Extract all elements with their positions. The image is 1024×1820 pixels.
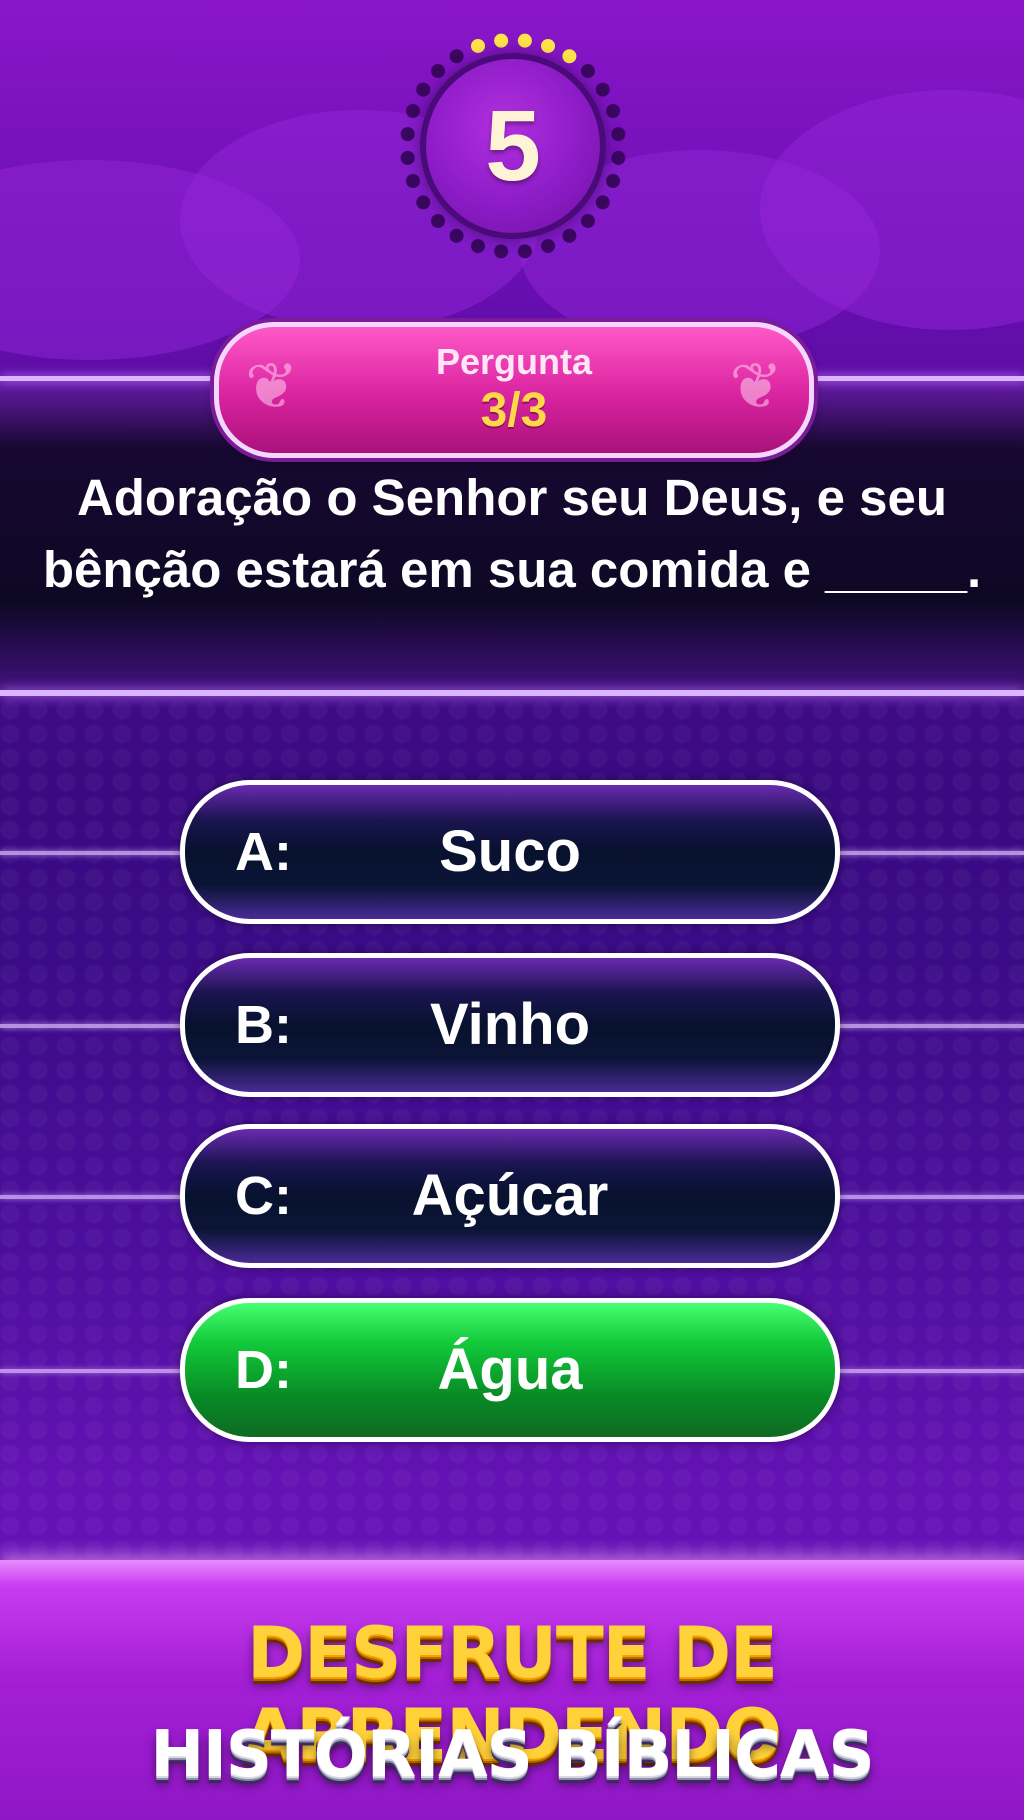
answer-label: Vinho	[429, 992, 591, 1057]
answer-option-c[interactable]: C: Açúcar	[180, 1124, 840, 1268]
timer-dot	[541, 239, 556, 254]
timer-dot	[606, 103, 621, 118]
timer-value: 5	[485, 89, 541, 202]
answer-label: Água	[437, 1337, 583, 1402]
timer-dot-lit	[494, 33, 509, 48]
timer-dot-lit	[470, 38, 485, 53]
timer-dot	[405, 174, 420, 189]
banner-subheadline: HISTÓRIAS BÍBLICAS	[150, 1718, 874, 1792]
timer-dot-lit	[541, 38, 556, 53]
question-count: 3/3	[480, 384, 548, 437]
timer-dot	[400, 127, 415, 142]
timer-dot-lit	[517, 33, 532, 48]
timer-dot	[517, 244, 532, 259]
countdown-timer: 5	[395, 28, 631, 264]
answer-label: Suco	[439, 819, 581, 884]
timer-dot	[400, 150, 415, 165]
timer-dot	[405, 103, 420, 118]
timer-dot	[606, 174, 621, 189]
question-text: Adoração o Senhor seu Deus, e seu bênção…	[42, 469, 982, 598]
timer-dot	[470, 239, 485, 254]
answer-label: Açúcar	[411, 1163, 609, 1228]
answer-option-b[interactable]: B: Vinho	[180, 953, 840, 1097]
timer-dot	[611, 150, 626, 165]
question-counter-badge: ❦ ❦ Pergunta 3/3	[214, 322, 814, 458]
timer-dot	[611, 127, 626, 142]
question-panel-bottom-line	[0, 690, 1024, 696]
timer-dot	[494, 244, 509, 259]
answer-option-d[interactable]: D: Água	[180, 1298, 840, 1442]
answer-option-a[interactable]: A: Suco	[180, 780, 840, 924]
question-badge-label: Pergunta	[435, 341, 593, 382]
